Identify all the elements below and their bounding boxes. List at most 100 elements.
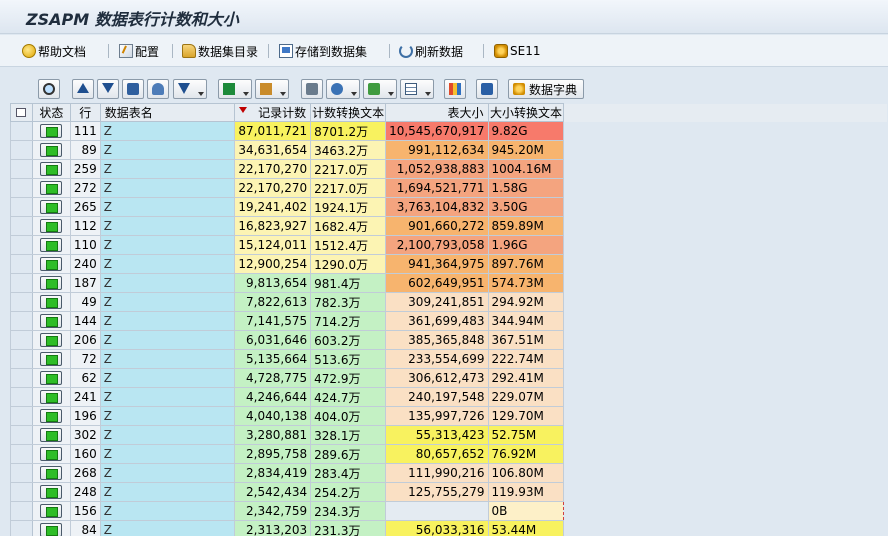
- row-selector[interactable]: [10, 273, 33, 293]
- row-selector[interactable]: [10, 349, 33, 369]
- view-button[interactable]: [326, 79, 360, 99]
- status-cell[interactable]: [31, 254, 71, 274]
- status-cell[interactable]: [31, 330, 71, 350]
- layout-button[interactable]: [400, 79, 434, 99]
- row-selector[interactable]: [10, 216, 33, 236]
- status-cell[interactable]: [31, 349, 71, 369]
- row-selector[interactable]: [10, 425, 33, 445]
- table-row[interactable]: 259 Z 22,170,270 2217.0万 1,052,938,883 1004.1…: [10, 159, 888, 179]
- col-header-table-size[interactable]: 表大小: [385, 103, 489, 122]
- status-green-light-icon[interactable]: [40, 390, 63, 405]
- table-row[interactable]: 241 Z 4,246,644 424.7万 240,197,548 229.07M: [10, 387, 888, 407]
- row-selector[interactable]: [10, 140, 33, 160]
- status-cell[interactable]: [31, 368, 71, 388]
- table-row[interactable]: 110 Z 15,124,011 1512.4万 2,100,793,058 1.96G: [10, 235, 888, 255]
- row-selector[interactable]: [10, 444, 33, 464]
- row-selector[interactable]: [10, 121, 33, 141]
- status-cell[interactable]: [31, 482, 71, 502]
- config-button[interactable]: 配置: [119, 43, 159, 59]
- table-row[interactable]: 196 Z 4,040,138 404.0万 135,997,726 129.70M: [10, 406, 888, 426]
- col-header-row[interactable]: 行: [69, 103, 101, 122]
- table-row[interactable]: 62 Z 4,728,775 472.9万 306,612,473 292.41M: [10, 368, 888, 388]
- table-row[interactable]: 268 Z 2,834,419 283.4万 111,990,216 106.80M: [10, 463, 888, 483]
- status-green-light-icon[interactable]: [40, 162, 63, 177]
- status-green-light-icon[interactable]: [40, 295, 63, 310]
- select-all-cell[interactable]: [10, 103, 33, 122]
- find-next-button[interactable]: [147, 79, 169, 99]
- status-green-light-icon[interactable]: [40, 257, 63, 272]
- col-header-size-text[interactable]: 大小转换文本: [487, 103, 565, 122]
- status-green-light-icon[interactable]: [40, 504, 63, 519]
- table-row[interactable]: 240 Z 12,900,254 1290.0万 941,364,975 897.76M: [10, 254, 888, 274]
- row-selector[interactable]: [10, 235, 33, 255]
- details-button[interactable]: [38, 79, 60, 99]
- status-cell[interactable]: [31, 463, 71, 483]
- status-green-light-icon[interactable]: [40, 238, 63, 253]
- status-green-light-icon[interactable]: [40, 428, 63, 443]
- status-green-light-icon[interactable]: [40, 181, 63, 196]
- status-cell[interactable]: [31, 292, 71, 312]
- status-cell[interactable]: [31, 235, 71, 255]
- sum-button[interactable]: [218, 79, 252, 99]
- col-header-record-count[interactable]: 记录计数: [234, 103, 312, 122]
- table-row[interactable]: 84 Z 2,313,203 231.3万 56,033,316 53.44M: [10, 520, 888, 536]
- status-cell[interactable]: [31, 406, 71, 426]
- status-green-light-icon[interactable]: [40, 200, 63, 215]
- info-button[interactable]: [476, 79, 498, 99]
- sort-descending-button[interactable]: [97, 79, 119, 99]
- col-header-record-count-text[interactable]: 计数转换文本: [310, 103, 387, 122]
- col-header-status[interactable]: 状态: [31, 103, 71, 122]
- row-selector[interactable]: [10, 292, 33, 312]
- row-selector[interactable]: [10, 330, 33, 350]
- status-cell[interactable]: [31, 159, 71, 179]
- status-green-light-icon[interactable]: [40, 352, 63, 367]
- table-row[interactable]: 111 Z 87,011,721 8701.2万 10,545,670,917 9.82G: [10, 121, 888, 141]
- table-row[interactable]: 156 Z 2,342,759 234.3万 0B: [10, 501, 888, 521]
- table-row[interactable]: 112 Z 16,823,927 1682.4万 901,660,272 859.89M: [10, 216, 888, 236]
- subtotal-button[interactable]: [255, 79, 289, 99]
- status-cell[interactable]: [31, 121, 71, 141]
- status-cell[interactable]: [31, 444, 71, 464]
- table-row[interactable]: 302 Z 3,280,881 328.1万 55,313,423 52.75M: [10, 425, 888, 445]
- status-green-light-icon[interactable]: [40, 276, 63, 291]
- table-row[interactable]: 72 Z 5,135,664 513.6万 233,554,699 222.74M: [10, 349, 888, 369]
- row-selector[interactable]: [10, 311, 33, 331]
- data-dictionary-button[interactable]: 数据字典: [508, 79, 584, 99]
- status-cell[interactable]: [31, 178, 71, 198]
- status-cell[interactable]: [31, 387, 71, 407]
- status-cell[interactable]: [31, 216, 71, 236]
- status-green-light-icon[interactable]: [40, 371, 63, 386]
- se11-button[interactable]: SE11: [494, 43, 540, 59]
- table-row[interactable]: 272 Z 22,170,270 2217.0万 1,694,521,771 1.58G: [10, 178, 888, 198]
- graphic-button[interactable]: [444, 79, 466, 99]
- print-button[interactable]: [301, 79, 323, 99]
- help-doc-button[interactable]: 帮助文档: [22, 43, 86, 59]
- status-green-light-icon[interactable]: [40, 143, 63, 158]
- status-green-light-icon[interactable]: [40, 219, 63, 234]
- status-green-light-icon[interactable]: [40, 333, 63, 348]
- table-row[interactable]: 49 Z 7,822,613 782.3万 309,241,851 294.92M: [10, 292, 888, 312]
- table-row[interactable]: 265 Z 19,241,402 1924.1万 3,763,104,832 3.50G: [10, 197, 888, 217]
- row-selector[interactable]: [10, 178, 33, 198]
- row-selector[interactable]: [10, 482, 33, 502]
- row-selector[interactable]: [10, 197, 33, 217]
- refresh-data-button[interactable]: 刷新数据: [399, 43, 463, 59]
- status-cell[interactable]: [31, 197, 71, 217]
- status-green-light-icon[interactable]: [40, 124, 63, 139]
- store-to-dataset-button[interactable]: 存储到数据集: [279, 43, 367, 59]
- filter-button[interactable]: [173, 79, 207, 99]
- row-selector[interactable]: [10, 387, 33, 407]
- status-green-light-icon[interactable]: [40, 447, 63, 462]
- table-row[interactable]: 89 Z 34,631,654 3463.2万 991,112,634 945.20M: [10, 140, 888, 160]
- row-selector[interactable]: [10, 501, 33, 521]
- sort-ascending-button[interactable]: [72, 79, 94, 99]
- status-cell[interactable]: [31, 501, 71, 521]
- row-selector[interactable]: [10, 368, 33, 388]
- status-green-light-icon[interactable]: [40, 409, 63, 424]
- table-row[interactable]: 144 Z 7,141,575 714.2万 361,699,483 344.94M: [10, 311, 888, 331]
- row-selector[interactable]: [10, 520, 33, 536]
- status-green-light-icon[interactable]: [40, 523, 63, 536]
- status-cell[interactable]: [31, 140, 71, 160]
- find-button[interactable]: [122, 79, 144, 99]
- status-green-light-icon[interactable]: [40, 485, 63, 500]
